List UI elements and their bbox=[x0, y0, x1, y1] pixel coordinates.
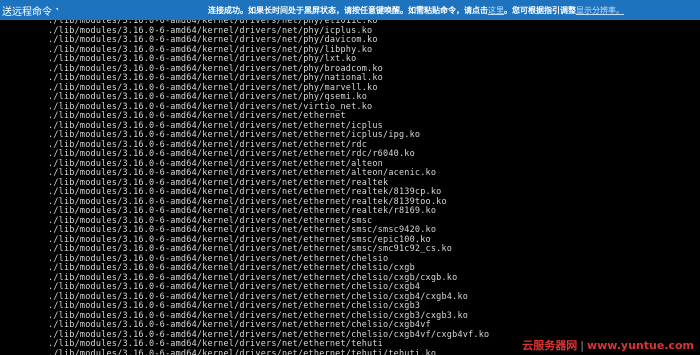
watermark-chinese: 云服务器网 bbox=[522, 339, 578, 352]
notice-text: 连接成功。如果长时间处于黑屏状态，请按任意键唤醒。如需粘贴命令，请点击 bbox=[208, 5, 488, 15]
send-remote-command-label: 送远程命令 bbox=[2, 6, 52, 18]
notice-mid-text: 。您可根据指引调整 bbox=[504, 5, 576, 15]
paste-command-link[interactable]: 这里 bbox=[488, 5, 504, 16]
terminal-screen[interactable]: ./lib/modules/3.16.0-6-amd64/kernel/driv… bbox=[0, 20, 700, 355]
send-remote-command-button[interactable]: 送远程命令 bbox=[0, 0, 58, 20]
chevron-down-icon bbox=[56, 8, 58, 12]
connection-notice: 连接成功。如果长时间处于黑屏状态，请按任意键唤醒。如需粘贴命令，请点击 这里 。您可… bbox=[208, 0, 688, 20]
remote-console-toolbar: 送远程命令 连接成功。如果长时间处于黑屏状态，请按任意键唤醒。如需粘贴命令，请点… bbox=[0, 0, 700, 20]
watermark-url: www.yuntue.com bbox=[586, 339, 694, 352]
terminal-line: ./lib/modules/3.16.0-6-amd64/kernel/driv… bbox=[48, 348, 437, 355]
display-resolution-link[interactable]: 显示分辨率。 bbox=[576, 5, 624, 16]
watermark: 云服务器网 | www.yuntue.com bbox=[522, 339, 694, 352]
